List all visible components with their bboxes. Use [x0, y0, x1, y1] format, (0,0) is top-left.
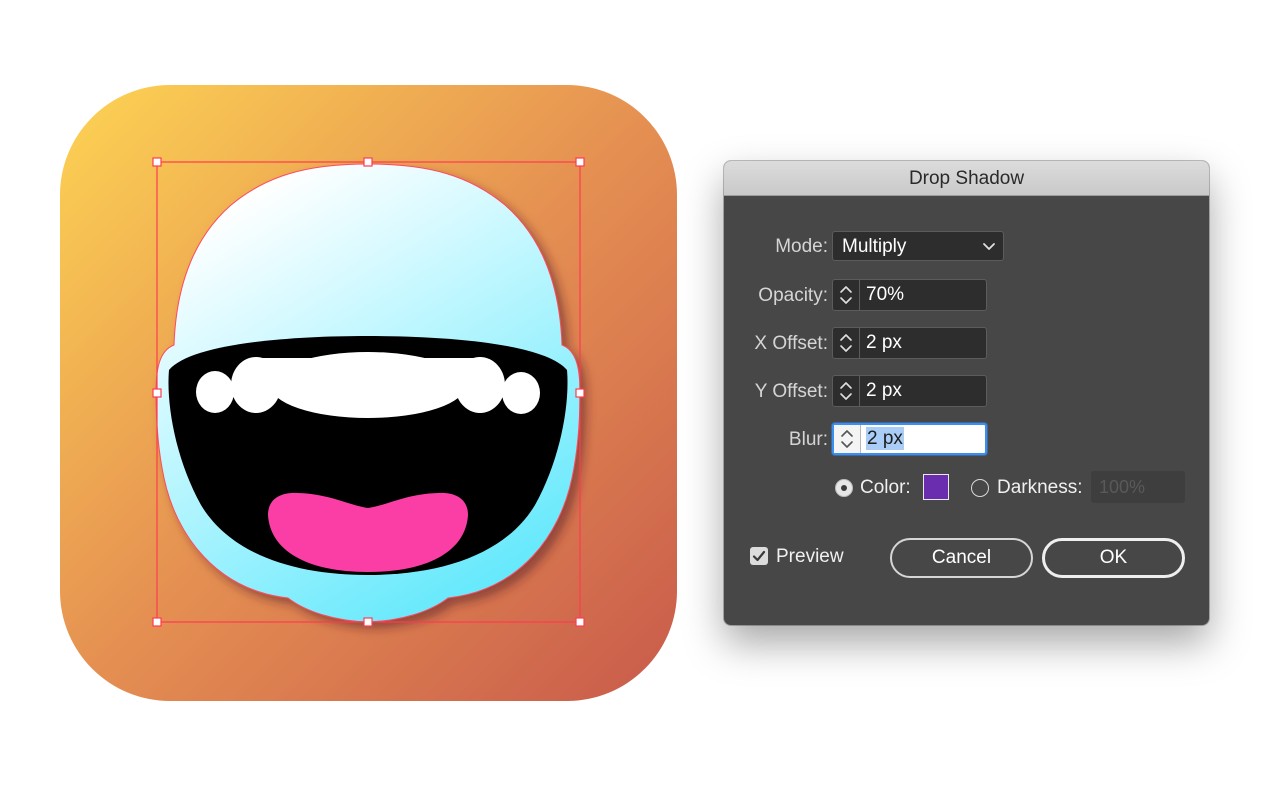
stepper-arrows-icon	[840, 334, 852, 352]
chevron-down-icon	[983, 243, 995, 250]
y-offset-value: 2 px	[866, 380, 902, 401]
darkness-label: Darkness:	[997, 477, 1083, 498]
y-offset-stepper[interactable]	[833, 376, 860, 406]
blur-stepper[interactable]	[834, 425, 861, 453]
x-offset-stepper[interactable]	[833, 328, 860, 358]
cancel-button[interactable]: Cancel	[890, 538, 1033, 578]
darkness-radio[interactable]	[971, 479, 989, 497]
x-offset-field[interactable]: 2 px	[832, 327, 987, 359]
checkmark-icon	[752, 550, 766, 562]
y-offset-field[interactable]: 2 px	[832, 375, 987, 407]
x-offset-label: X Offset:	[754, 333, 828, 354]
app-icon-artwork	[60, 85, 677, 701]
blur-field[interactable]: 2 px	[832, 423, 987, 455]
mode-label: Mode:	[775, 236, 828, 257]
darkness-input: 100%	[1091, 471, 1185, 503]
opacity-label: Opacity:	[758, 285, 828, 306]
color-radio[interactable]	[835, 479, 853, 497]
stepper-arrows-icon	[841, 430, 853, 448]
drop-shadow-dialog: Drop Shadow Mode: Multiply Opacity: 70% …	[724, 161, 1209, 625]
opacity-stepper[interactable]	[833, 280, 860, 310]
blur-value-selected: 2 px	[866, 427, 904, 450]
x-offset-value: 2 px	[866, 332, 902, 353]
ok-button[interactable]: OK	[1042, 538, 1185, 578]
mode-select[interactable]: Multiply	[832, 231, 1004, 261]
blur-label: Blur:	[788, 429, 828, 450]
color-label: Color:	[860, 477, 911, 498]
blur-input[interactable]: 2 px	[866, 425, 904, 453]
opacity-field[interactable]: 70%	[832, 279, 987, 311]
opacity-value: 70%	[866, 284, 905, 305]
preview-label: Preview	[776, 546, 844, 567]
y-offset-label: Y Offset:	[754, 381, 828, 402]
dialog-title: Drop Shadow	[724, 161, 1209, 196]
preview-checkbox[interactable]	[750, 547, 768, 565]
stepper-arrows-icon	[840, 382, 852, 400]
shadow-color-swatch[interactable]	[923, 474, 949, 500]
teeth	[196, 352, 540, 418]
mode-value: Multiply	[842, 236, 907, 257]
artwork-canvas	[0, 0, 720, 804]
stepper-arrows-icon	[840, 286, 852, 304]
